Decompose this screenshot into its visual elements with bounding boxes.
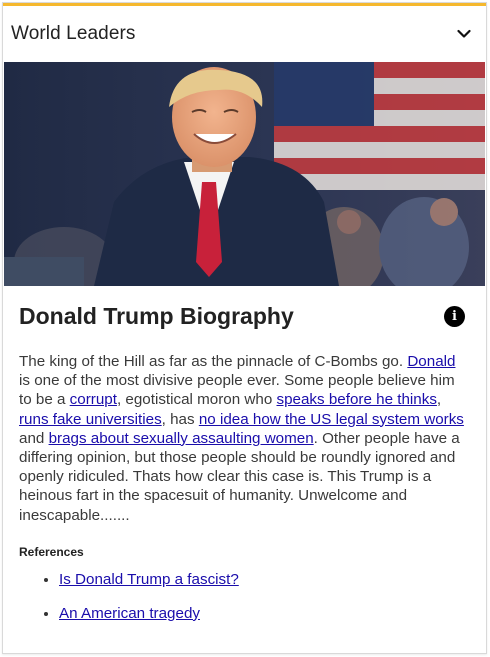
link-brags[interactable]: brags about sexually assaulting women: [49, 430, 314, 447]
link-donald[interactable]: Donald: [407, 353, 455, 370]
bio-text: , has: [161, 410, 199, 428]
hero-photo: [4, 62, 485, 286]
bio-text: , egotistical moron who: [116, 391, 277, 409]
section-title: World Leaders: [11, 23, 136, 44]
info-icon[interactable]: i: [444, 306, 465, 327]
world-leaders-card: World Leaders Donald Trump Biography i T…: [2, 2, 487, 654]
biography-text: The king of the Hill as far as the pinna…: [19, 352, 469, 525]
link-speaks-before-he-thinks[interactable]: speaks before he thinks: [277, 391, 437, 408]
article-title: Donald Trump Biography: [19, 303, 294, 329]
reference-item: An American tragedy: [59, 605, 469, 622]
link-corrupt[interactable]: corrupt: [70, 391, 117, 408]
bio-text: and: [19, 429, 49, 447]
references-heading: References: [19, 544, 84, 559]
link-legal-system[interactable]: no idea how the US legal system works: [199, 411, 464, 428]
portrait-image: [4, 62, 485, 286]
reference-item: Is Donald Trump a fascist?: [59, 571, 469, 588]
bio-text: The king of the Hill as far as the pinna…: [19, 353, 408, 370]
reference-link[interactable]: Is Donald Trump a fascist?: [59, 571, 239, 588]
bio-text: ,: [436, 391, 442, 409]
references-list: Is Donald Trump a fascist? An American t…: [19, 571, 469, 622]
article: Donald Trump Biography i The king of the…: [19, 286, 469, 639]
reference-link[interactable]: An American tragedy: [59, 605, 200, 622]
chevron-down-icon[interactable]: [456, 26, 472, 42]
section-header-toggle[interactable]: World Leaders: [3, 6, 486, 62]
link-runs-fake-universities[interactable]: runs fake universities: [19, 411, 162, 428]
